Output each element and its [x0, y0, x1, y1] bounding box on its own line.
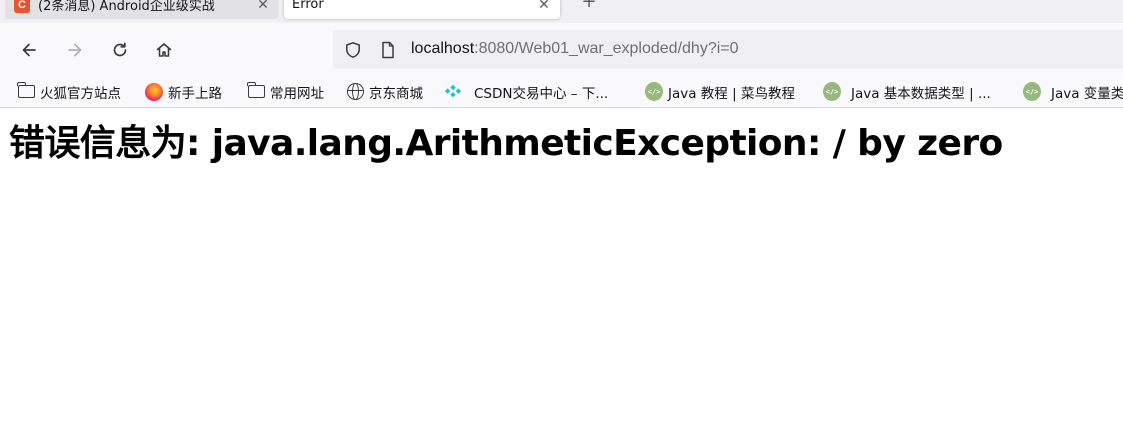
bookmark-java-variable-types[interactable]: </> Java 变量类型	[1023, 76, 1123, 107]
home-button[interactable]	[150, 36, 178, 64]
url-bar[interactable]: localhost:8080/Web01_war_exploded/dhy?i=…	[333, 30, 1123, 69]
bookmark-label: CSDN交易中心 – 下...	[474, 85, 609, 102]
url-text[interactable]: localhost:8080/Web01_war_exploded/dhy?i=…	[411, 39, 739, 59]
bookmark-label: 常用网址	[270, 85, 324, 102]
bookmark-csdn-trade[interactable]: CSDN交易中心 – 下...	[444, 76, 608, 107]
firefox-icon	[145, 82, 163, 101]
bookmark-label: 京东商城	[369, 85, 423, 102]
csdn-icon	[444, 84, 462, 97]
bookmark-label: Java 变量类型	[1051, 85, 1123, 102]
bookmark-java-tutorial[interactable]: </> Java 教程 | 菜鸟教程	[645, 76, 795, 107]
forward-button[interactable]	[61, 36, 89, 64]
bookmark-java-basic-types[interactable]: </> Java 基本数据类型 | ...	[823, 76, 991, 107]
new-tab-plus-icon[interactable]: +	[578, 0, 600, 12]
close-icon[interactable]: ✕	[253, 0, 273, 15]
bookmark-label: Java 基本数据类型 | ...	[851, 85, 991, 102]
bookmark-jd-mall[interactable]: 京东商城	[346, 76, 423, 107]
url-path: :8080/Web01_war_exploded/dhy?i=0	[474, 40, 739, 57]
runoob-icon: </>	[645, 82, 663, 101]
forward-arrow-icon	[68, 43, 82, 57]
error-heading: 错误信息为: java.lang.ArithmeticException: / …	[9, 123, 1003, 164]
globe-icon	[346, 83, 364, 100]
tab-title: Error	[292, 0, 324, 12]
tab-error[interactable]: Error ✕	[284, 0, 560, 19]
bookmark-label: 火狐官方站点	[40, 85, 121, 102]
reload-button[interactable]	[106, 36, 134, 64]
runoob-icon: </>	[823, 82, 841, 101]
csdn-c-icon: C	[14, 0, 30, 13]
page-info-icon[interactable]	[380, 41, 396, 59]
reload-icon	[113, 42, 127, 57]
folder-icon	[247, 82, 265, 98]
bookmark-firefox-official-sites[interactable]: 火狐官方站点	[17, 76, 121, 107]
tab-csdn-article[interactable]: C (2条消息) Android企业级实战 ✕	[5, 0, 279, 19]
bookmark-getting-started[interactable]: 新手上路	[145, 76, 222, 107]
page-content: 错误信息为: java.lang.ArithmeticException: / …	[0, 109, 1123, 446]
tab-title: (2条消息) Android企业级实战	[38, 0, 215, 14]
home-icon	[156, 43, 172, 57]
folder-icon	[17, 82, 35, 98]
url-host: localhost	[411, 40, 475, 57]
back-button[interactable]	[15, 36, 43, 64]
back-arrow-icon	[22, 43, 36, 57]
navigation-toolbar: localhost:8080/Web01_war_exploded/dhy?i=…	[0, 23, 1123, 76]
bookmark-label: 新手上路	[168, 85, 222, 102]
runoob-icon: </>	[1023, 82, 1041, 101]
bookmarks-toolbar: 火狐官方站点 新手上路 常用网址 京东商城 CSDN交易中心 – 下... </…	[0, 76, 1123, 108]
tab-strip: C (2条消息) Android企业级实战 ✕ Error ✕ +	[0, 0, 1123, 23]
tracking-protection-shield-icon[interactable]	[344, 41, 362, 59]
bookmark-label: Java 教程 | 菜鸟教程	[668, 85, 795, 102]
bookmark-common-sites[interactable]: 常用网址	[247, 76, 324, 107]
close-icon[interactable]: ✕	[534, 0, 554, 15]
